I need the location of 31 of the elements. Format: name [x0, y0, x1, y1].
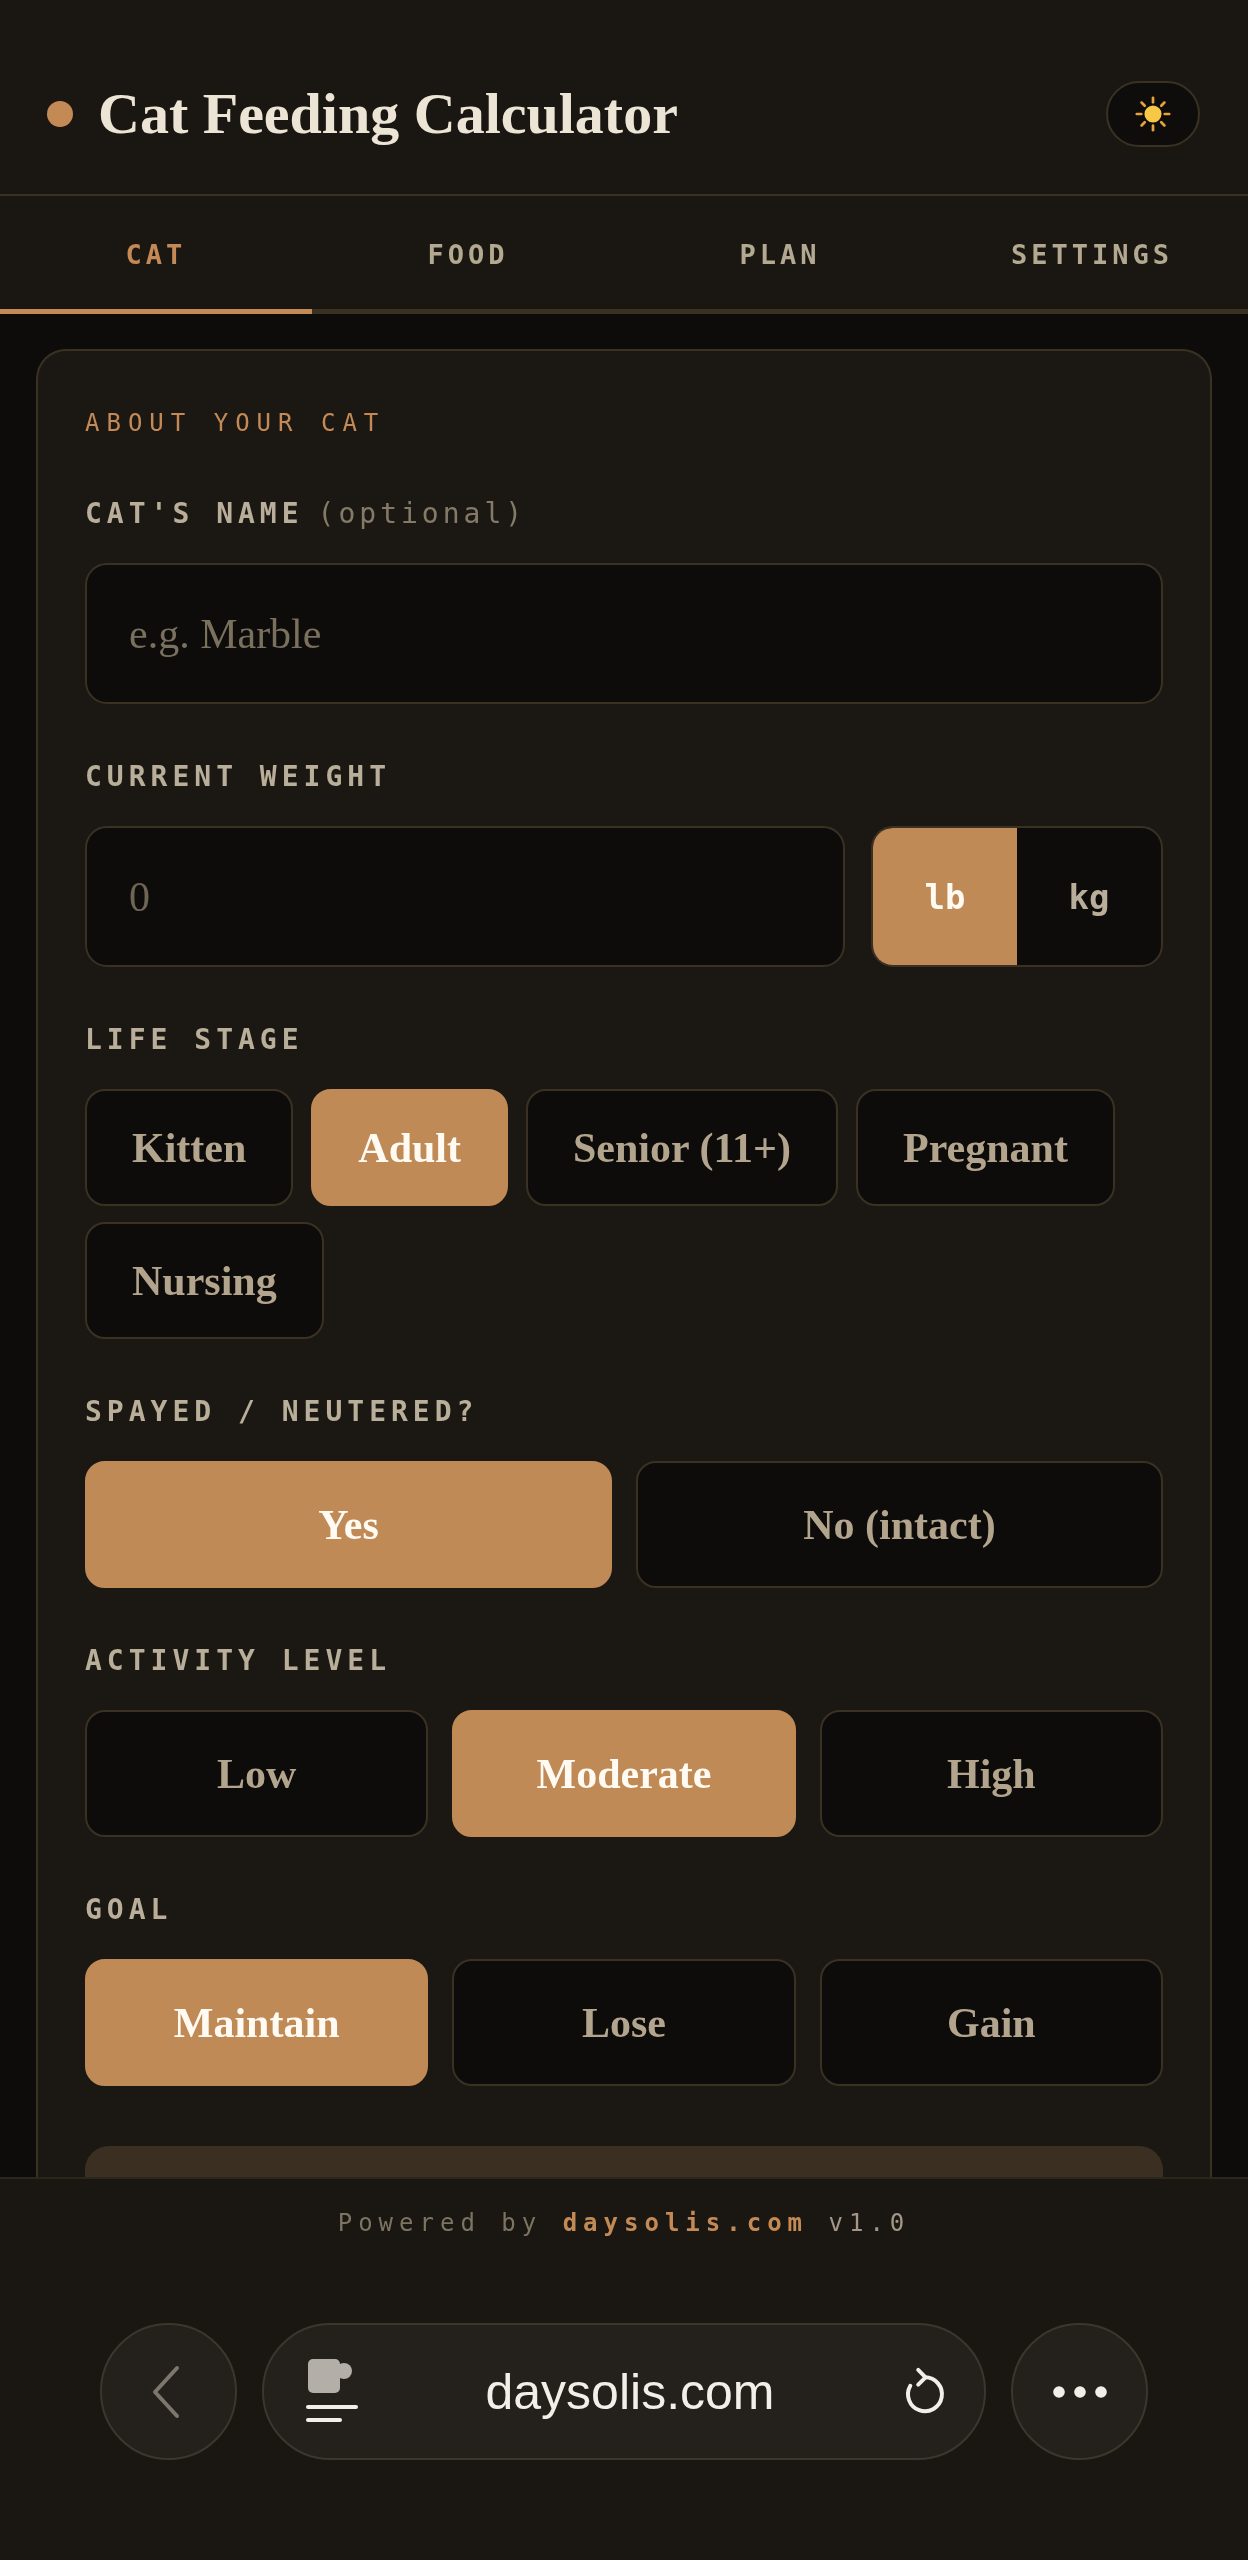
field-hint: (optional) [317, 497, 527, 531]
name-input[interactable]: e.g. Marble [85, 563, 1163, 704]
sun-icon [1135, 96, 1171, 132]
field-label: ACTIVITY LEVEL [85, 1644, 391, 1678]
choice-button[interactable]: High [819, 1710, 1163, 1837]
field-label: GOAL [85, 1893, 173, 1927]
choice-button[interactable]: No (intact) [636, 1461, 1163, 1588]
choice-button[interactable]: Gain [819, 1959, 1163, 2086]
puzzle-icon [306, 2358, 358, 2425]
action-button[interactable] [85, 2146, 1163, 2177]
section-heading: ABOUT YOUR CAT [85, 408, 386, 438]
site-link[interactable]: daysolis.com [562, 2209, 809, 2237]
choice-chip[interactable]: Pregnant [856, 1089, 1115, 1206]
chevron-left-icon [150, 2364, 181, 2419]
choice-chip[interactable]: Kitten [85, 1089, 294, 1206]
address-bar[interactable]: daysolis.com [262, 2323, 986, 2460]
weight-input[interactable]: 0 [85, 826, 845, 967]
field-label: CAT'S NAME [85, 497, 304, 531]
app-title: Cat Feeding Calculator [98, 80, 678, 148]
choice-button[interactable]: Low [85, 1710, 429, 1837]
url-text: daysolis.com [485, 2362, 775, 2421]
field-label: SPAYED / NEUTERED? [85, 1395, 479, 1429]
more-icon [1051, 2384, 1108, 2399]
logo-dot-icon [47, 101, 73, 127]
choice-chip[interactable]: Nursing [85, 1222, 324, 1339]
field-label: LIFE STAGE [85, 1023, 304, 1057]
choice-chip[interactable]: Senior (11+) [526, 1089, 838, 1206]
unit-option[interactable]: kg [1017, 828, 1161, 965]
footer-credit: Powered by daysolis.com v1.0 [337, 2208, 911, 2239]
field-label: CURRENT WEIGHT [85, 760, 391, 794]
choice-button[interactable]: Lose [452, 1959, 796, 2086]
